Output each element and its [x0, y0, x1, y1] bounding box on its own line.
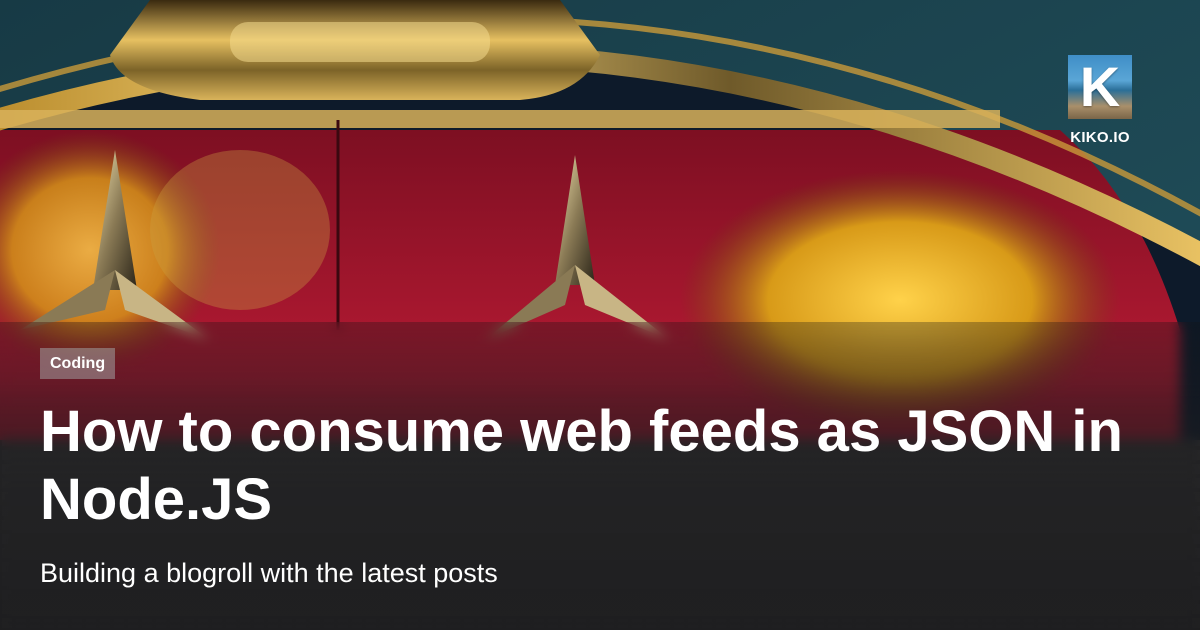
article-title: How to consume web feeds as JSON in Node… [40, 399, 1123, 532]
site-name[interactable]: KIKO.IO [1050, 129, 1150, 146]
site-logo[interactable]: K [1068, 55, 1132, 119]
logo-letter: K [1079, 55, 1121, 118]
category-badge[interactable]: Coding [40, 348, 116, 379]
article-subtitle: Building a blogroll with the latest post… [40, 558, 498, 588]
